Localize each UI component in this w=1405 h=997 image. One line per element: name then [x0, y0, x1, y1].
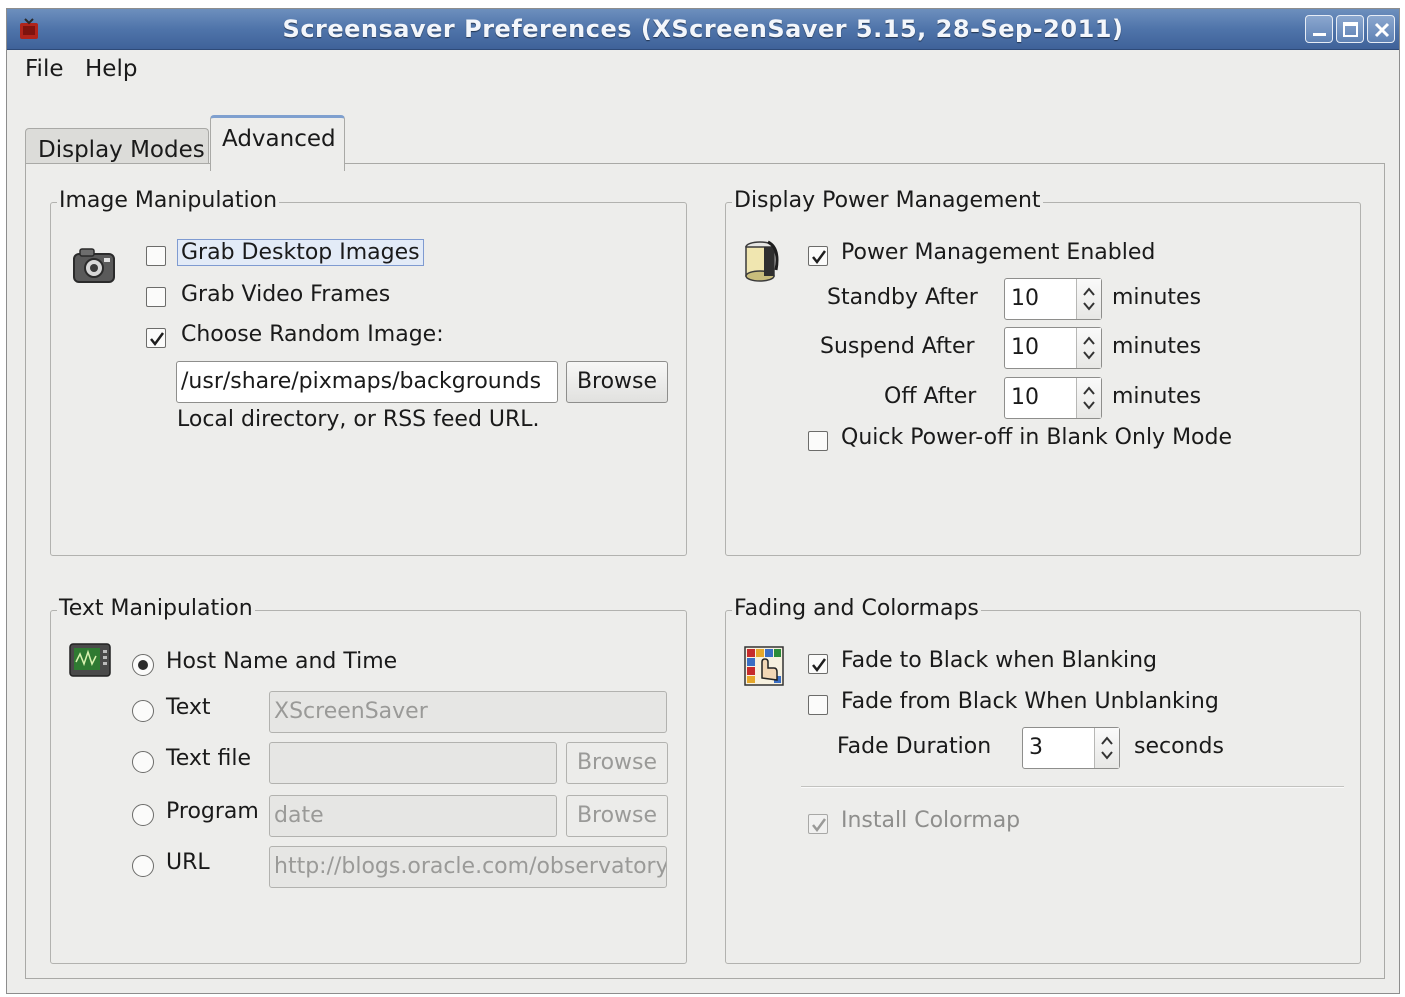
- monitor-icon: [68, 642, 112, 686]
- choose-random-image-label[interactable]: Choose Random Image:: [181, 322, 444, 347]
- maximize-icon: [1343, 22, 1358, 37]
- install-colormap-label[interactable]: Install Colormap: [841, 808, 1020, 833]
- program-input[interactable]: date: [269, 795, 557, 837]
- menu-file[interactable]: File: [25, 56, 64, 82]
- standby-after-spinner[interactable]: 10: [1004, 278, 1102, 320]
- fade-from-black-checkbox[interactable]: [808, 695, 828, 715]
- quick-power-off-label[interactable]: Quick Power-off in Blank Only Mode: [841, 425, 1232, 450]
- off-after-value: 10: [1011, 385, 1039, 410]
- standby-minutes-label: minutes: [1112, 285, 1202, 310]
- checkmark-icon: [812, 250, 827, 265]
- quick-power-off-checkbox[interactable]: [808, 431, 828, 451]
- text-file-input[interactable]: [269, 742, 557, 784]
- window-title: Screensaver Preferences (XScreenSaver 5.…: [282, 15, 1124, 43]
- image-browse-button[interactable]: Browse: [566, 361, 668, 403]
- grab-desktop-images-checkbox[interactable]: [146, 246, 166, 266]
- program-radio[interactable]: [132, 804, 154, 826]
- text-file-radio[interactable]: [132, 751, 154, 773]
- grab-desktop-images-label[interactable]: Grab Desktop Images: [177, 239, 424, 266]
- colormap-icon: [744, 646, 784, 692]
- program-label[interactable]: Program: [166, 799, 259, 824]
- url-input[interactable]: http://blogs.oracle.com/observatory: [269, 846, 667, 888]
- fade-to-black-label[interactable]: Fade to Black when Blanking: [841, 648, 1157, 673]
- off-after-spinner[interactable]: 10: [1004, 377, 1102, 419]
- advanced-tab-panel: Image Manipulation Grab Desktop Images G…: [25, 163, 1385, 979]
- fade-seconds-label: seconds: [1134, 734, 1224, 759]
- host-name-and-time-radio[interactable]: [132, 654, 154, 676]
- fade-from-black-label[interactable]: Fade from Black When Unblanking: [841, 689, 1219, 714]
- fade-to-black-checkbox[interactable]: [808, 654, 828, 674]
- suspend-after-spinner[interactable]: 10: [1004, 327, 1102, 369]
- spin-arrows-icon[interactable]: [1076, 328, 1101, 368]
- suspend-minutes-label: minutes: [1112, 334, 1202, 359]
- checkmark-icon: [150, 332, 165, 347]
- close-icon: [1374, 22, 1390, 38]
- host-name-and-time-label[interactable]: Host Name and Time: [166, 649, 397, 674]
- power-management-enabled-label[interactable]: Power Management Enabled: [841, 240, 1155, 265]
- checkmark-icon: [812, 658, 827, 673]
- program-browse-button[interactable]: Browse: [566, 795, 668, 837]
- maximize-button[interactable]: [1336, 15, 1364, 43]
- install-colormap-checkbox[interactable]: [808, 814, 828, 834]
- fade-duration-spinner[interactable]: 3: [1022, 727, 1120, 769]
- tab-advanced[interactable]: Advanced: [210, 115, 345, 171]
- off-after-label: Off After: [884, 384, 977, 409]
- fade-duration-label: Fade Duration: [837, 734, 992, 759]
- image-manipulation-title: Image Manipulation: [57, 188, 280, 213]
- fade-duration-value: 3: [1029, 735, 1043, 760]
- close-button[interactable]: [1367, 15, 1395, 43]
- display-power-management-title: Display Power Management: [732, 188, 1043, 213]
- title-bar[interactable]: Screensaver Preferences (XScreenSaver 5.…: [7, 9, 1399, 50]
- minimize-button[interactable]: [1305, 15, 1333, 43]
- suspend-after-value: 10: [1011, 335, 1039, 360]
- grab-video-frames-label[interactable]: Grab Video Frames: [181, 282, 390, 307]
- suspend-after-label: Suspend After: [820, 334, 975, 359]
- standby-after-label: Standby After: [827, 285, 978, 310]
- battery-icon: [742, 240, 782, 288]
- standby-after-value: 10: [1011, 286, 1039, 311]
- minimize-icon: [1313, 33, 1326, 36]
- text-file-browse-button[interactable]: Browse: [566, 742, 668, 784]
- text-radio-label[interactable]: Text: [166, 695, 211, 720]
- screensaver-preferences-window: Screensaver Preferences (XScreenSaver 5.…: [6, 8, 1400, 994]
- spin-arrows-icon[interactable]: [1076, 279, 1101, 319]
- spin-arrows-icon[interactable]: [1094, 728, 1119, 768]
- power-management-enabled-checkbox[interactable]: [808, 246, 828, 266]
- choose-random-image-checkbox[interactable]: [146, 328, 166, 348]
- grab-video-frames-checkbox[interactable]: [146, 287, 166, 307]
- menu-help[interactable]: Help: [85, 56, 137, 82]
- image-source-hint: Local directory, or RSS feed URL.: [177, 407, 540, 432]
- text-manipulation-title: Text Manipulation: [57, 596, 255, 621]
- menu-bar: File Help: [7, 50, 1399, 90]
- url-radio[interactable]: [132, 855, 154, 877]
- spin-arrows-icon[interactable]: [1076, 378, 1101, 418]
- url-label[interactable]: URL: [166, 850, 210, 875]
- fading-separator: [801, 786, 1344, 788]
- off-minutes-label: minutes: [1112, 384, 1202, 409]
- checkmark-icon: [812, 818, 827, 833]
- camera-icon: [72, 246, 116, 290]
- fading-and-colormaps-title: Fading and Colormaps: [732, 596, 981, 621]
- text-radio[interactable]: [132, 700, 154, 722]
- text-file-label[interactable]: Text file: [166, 746, 251, 771]
- image-directory-input[interactable]: /usr/share/pixmaps/backgrounds: [176, 361, 558, 403]
- text-input[interactable]: XScreenSaver: [269, 691, 667, 733]
